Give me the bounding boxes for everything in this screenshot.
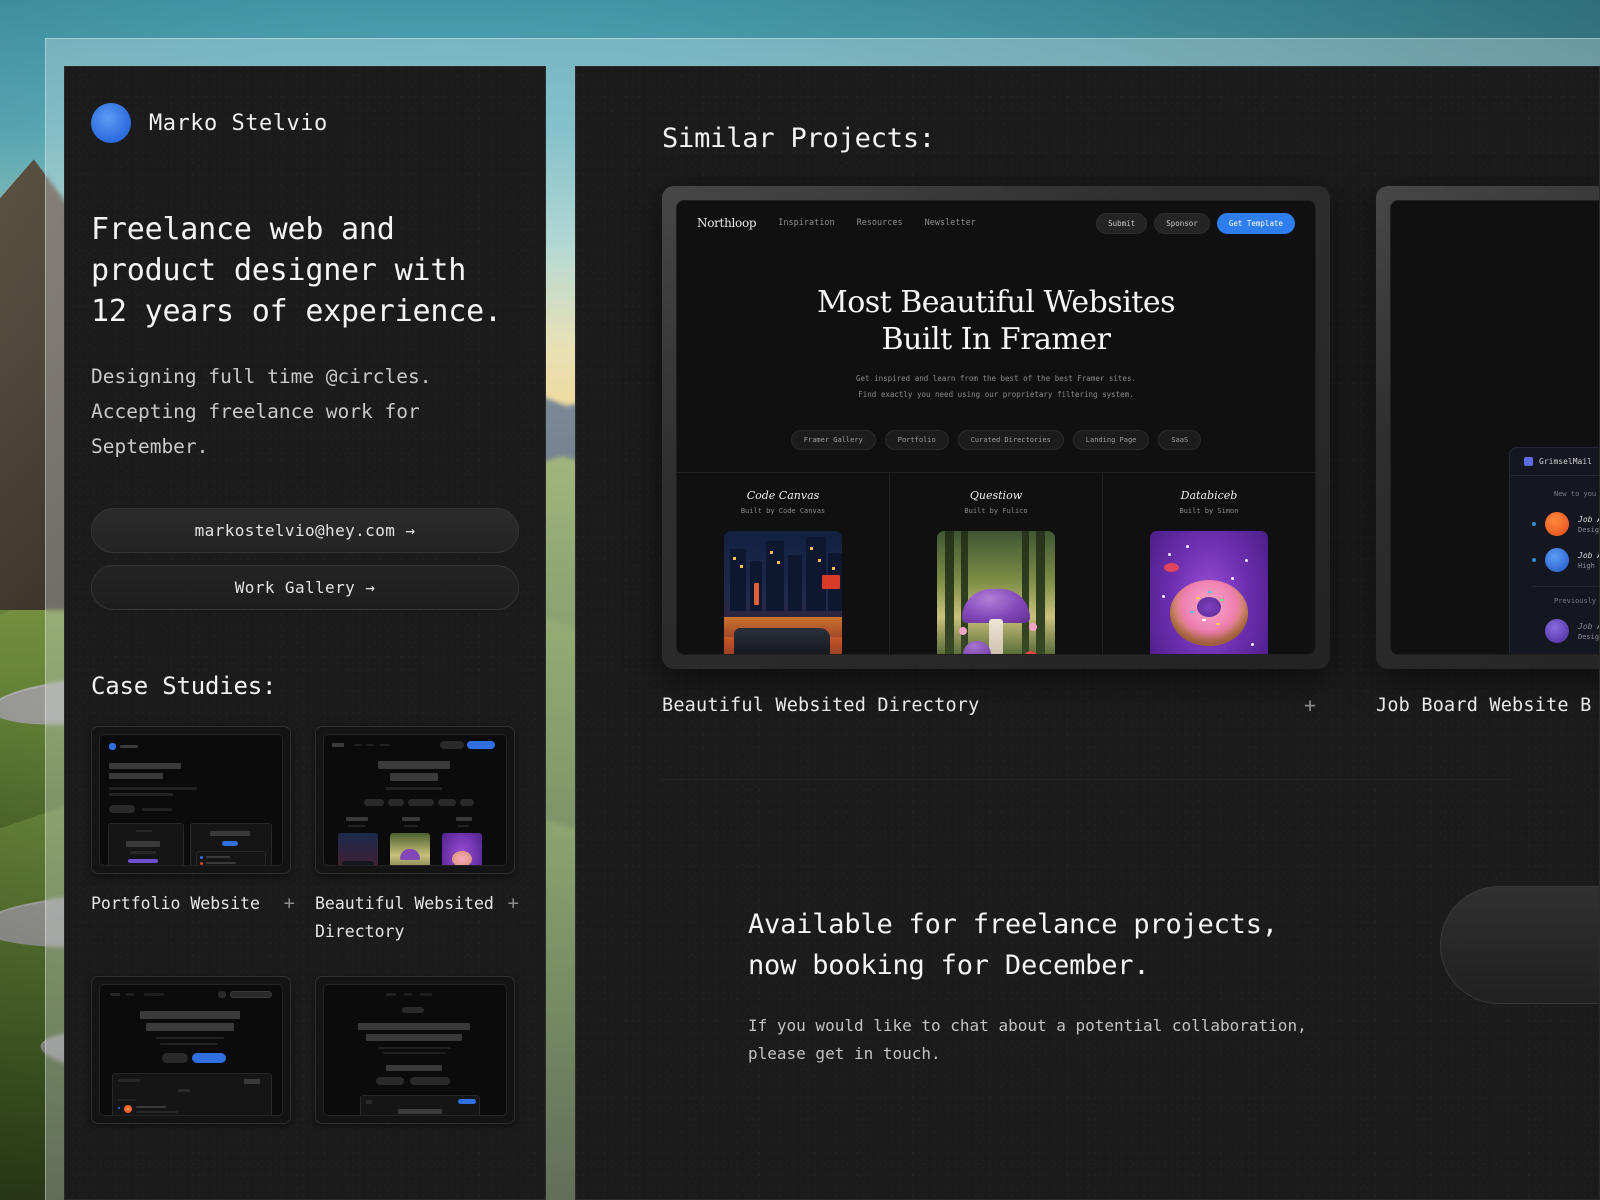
case-studies-title: Case Studies: [91,672,277,701]
project-name: Job Board Website B [1376,694,1592,716]
plus-icon[interactable]: + [284,890,295,917]
filter-chip[interactable]: Curated Directories [957,429,1064,450]
preview-nav-link[interactable]: Newsletter [925,218,976,228]
preview-navbar: Northloop Inspiration Resources Newslett… [677,201,1315,245]
unread-dot-icon [1532,629,1536,633]
mail-title: GrimselMail [1539,457,1592,466]
preview-card[interactable]: Databiceb Built by Simon [1103,473,1315,654]
mail-snippet: High Tie [1578,561,1599,570]
case-study-thumbnail[interactable] [91,726,291,875]
project-name: Beautiful Websited Directory [662,694,980,716]
page-title: Freelance web and product designer with … [91,212,502,330]
unread-dot-icon [1532,522,1536,526]
preview-card[interactable]: Questiow Built by Fulico [890,472,1103,654]
preview-card-title: Questiow [969,488,1023,502]
case-study-item[interactable] [91,975,295,1140]
plus-icon[interactable]: + [1304,693,1316,717]
preview-card[interactable]: Code Canvas Built by Code Canvas [677,472,890,654]
case-study-thumbnail[interactable] [315,726,515,875]
mail-section-label: New to you [1554,490,1597,498]
artwork-night-city [724,530,842,654]
project-frame: Northloop Inspiration Resources Newslett… [662,186,1330,669]
brand: Marko Stelvio [91,103,519,143]
preview-nav-link[interactable]: Inspiration [778,218,834,228]
jobboard-navbar: Grimsel Jobs ∨ Com [1391,201,1599,241]
filter-chip[interactable]: Portfolio [884,429,949,450]
project-preview: Grimsel Jobs ∨ Com GrimselMail New to yo… [1390,200,1600,655]
preview-heading-line2: Built In Framer [881,321,1111,357]
sender-avatar [1545,619,1569,643]
project-frame: Grimsel Jobs ∨ Com GrimselMail New to yo… [1376,186,1600,669]
email-button[interactable]: markostelvio@hey.com → [91,508,519,554]
preview-hero: Most Beautiful Websites Built In Framer … [677,245,1315,450]
project-card[interactable]: Grimsel Jobs ∨ Com GrimselMail New to yo… [1376,186,1600,717]
mail-icon [1524,457,1533,466]
cta-body-line2: please get in touch. [748,1043,941,1063]
brand-name: Marko Stelvio [149,110,328,136]
artwork-mushroom-forest [937,530,1055,654]
mail-panel: GrimselMail New to you Job App Design C [1509,447,1600,654]
work-gallery-button[interactable]: Work Gallery → [91,565,519,611]
preview-card-byline: Built by Code Canvas [740,506,826,515]
planet-icon [1164,562,1179,572]
sponsor-button[interactable]: Sponsor [1154,212,1210,234]
mail-subject: Job App [1578,621,1599,631]
artwork-donut [1150,530,1268,654]
case-study-thumbnail[interactable] [91,975,291,1124]
preview-card-title: Databiceb [1180,488,1238,502]
mail-subject: Job App [1578,550,1599,560]
sender-avatar [1545,512,1569,536]
cta-section: Available for freelance projects, now bo… [662,780,1599,1067]
submit-button[interactable]: Submit [1096,212,1148,234]
project-preview: Northloop Inspiration Resources Newslett… [676,200,1316,655]
mail-snippet: Design C [1578,525,1600,534]
mail-section-label: Previously se [1554,597,1599,605]
main-panel: Similar Projects: Northloop Inspiration … [575,66,1600,1200]
preview-sub-line1: Get inspired and learn from the best of … [856,374,1136,384]
filter-chip[interactable]: Landing Page [1072,429,1150,450]
preview-logo: Northloop [697,216,757,230]
projects-row: Northloop Inspiration Resources Newslett… [662,186,1599,717]
mail-snippet: Design S [1578,632,1600,641]
mail-row[interactable]: Job App Design C [1510,506,1600,542]
unread-dot-icon [1532,558,1536,562]
section-title: Similar Projects: [662,123,935,154]
preview-card-grid: Code Canvas Built by Code Canvas Questio… [677,471,1315,654]
sender-avatar [1545,548,1569,572]
mail-subject: Job App [1578,514,1599,524]
mail-row[interactable]: Job App High Tie [1510,542,1599,578]
case-studies-grid: Portfolio Website + Beautiful Websited D… [91,726,519,1139]
preview-heading-line1: Most Beautiful Websites [816,285,1176,320]
cta-email-button[interactable]: markostelvio@hey.com [1440,886,1599,1004]
case-study-name: Portfolio Website [91,894,260,914]
mail-row[interactable]: Job App Design S [1510,613,1600,649]
case-study-item[interactable]: Portfolio Website + [91,726,295,945]
case-study-thumbnail[interactable] [315,975,515,1124]
case-study-name: Beautiful Websited Directory [315,894,494,942]
preview-card-byline: Built by Fulico [964,506,1028,515]
get-template-button[interactable]: Get Template [1216,212,1295,234]
preview-nav-link[interactable]: Resources [857,218,903,228]
sidebar-panel: Marko Stelvio Freelance web and product … [64,66,546,1200]
preview-sub-line2: Find exactly you need using our propriet… [858,390,1134,400]
case-study-item[interactable]: Beautiful Websited Directory + [315,726,519,945]
plus-icon[interactable]: + [508,890,519,917]
avatar [91,103,131,143]
subcopy: Designing full time @circles. Accepting … [91,365,432,458]
preview-card-title: Code Canvas [746,488,820,502]
cta-body-line1: If you would like to chat about a potent… [748,1016,1307,1036]
filter-chip[interactable]: SaaS [1158,429,1202,450]
preview-card-byline: Built by Simon [1179,506,1239,515]
project-card[interactable]: Northloop Inspiration Resources Newslett… [662,186,1330,717]
filter-chip[interactable]: Framer Gallery [790,429,876,450]
case-study-item[interactable] [315,975,519,1140]
preview-filters: Framer Gallery Portfolio Curated Directo… [677,429,1315,450]
